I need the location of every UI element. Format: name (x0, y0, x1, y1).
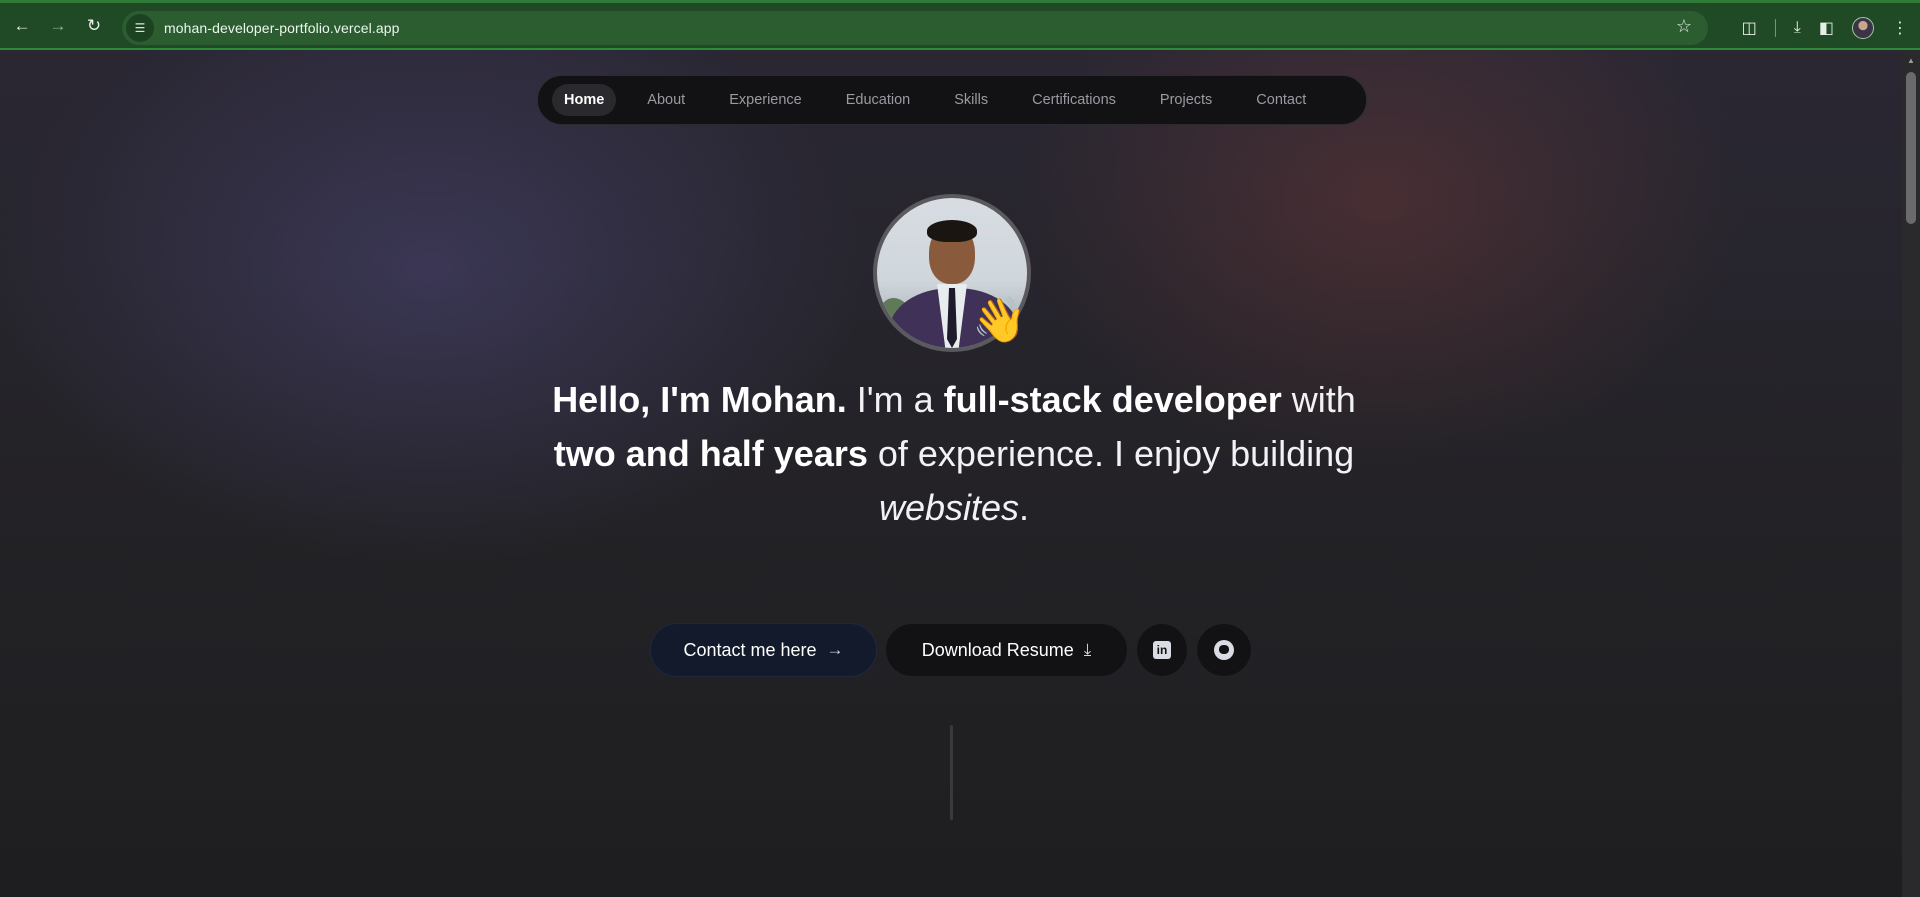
main-nav: Home About Experience Education Skills C… (537, 75, 1367, 125)
back-button[interactable]: ← (8, 12, 36, 40)
nav-item-projects[interactable]: Projects (1148, 84, 1224, 116)
linkedin-icon: in (1153, 641, 1171, 659)
wave-emoji: 👋 (972, 295, 1027, 346)
github-button[interactable] (1196, 623, 1252, 677)
download-resume-label: Download Resume (921, 639, 1074, 660)
nav-item-contact[interactable]: Contact (1244, 84, 1318, 116)
download-resume-button[interactable]: Download Resume ⤓ (885, 623, 1128, 677)
avatar[interactable] (1852, 17, 1874, 39)
nav-item-education[interactable]: Education (834, 84, 923, 116)
nav-item-certifications[interactable]: Certifications (1020, 84, 1128, 116)
contact-button[interactable]: Contact me here → (650, 623, 877, 677)
nav-item-experience[interactable]: Experience (717, 84, 814, 116)
download-icon: ⤓ (1083, 640, 1092, 659)
scroll-thumb[interactable] (1906, 72, 1916, 224)
puzzle-icon[interactable]: ◫ (1742, 18, 1757, 38)
tune-icon[interactable]: ☰ (126, 14, 154, 42)
side-panel-icon[interactable]: ◧ (1819, 18, 1834, 38)
nav-item-home[interactable]: Home (552, 84, 617, 116)
nav-item-skills[interactable]: Skills (942, 84, 1000, 116)
more-vert-icon[interactable]: ⋮ (1892, 18, 1908, 38)
nav-item-about[interactable]: About (635, 84, 697, 116)
arrow-right-icon: → (826, 640, 844, 659)
forward-button[interactable]: → (44, 12, 72, 40)
contact-button-label: Contact me here (683, 639, 817, 660)
arrow-left-icon: ← (13, 15, 31, 35)
scroll-up-icon[interactable]: ▲ (1907, 56, 1915, 65)
arrow-right-icon: → (49, 15, 67, 35)
toolbar-separator (1774, 19, 1776, 37)
reload-button[interactable]: ↻ (80, 12, 108, 40)
toolbar-actions: ◫ ⤓ ◧ ⋮ (1742, 11, 1908, 45)
url-text[interactable]: mohan-developer-portfolio.vercel.app (164, 20, 400, 36)
download-icon[interactable]: ⤓ (1794, 19, 1801, 37)
section-divider (950, 725, 953, 820)
portfolio-page: Home About Experience Education Skills C… (0, 50, 1902, 897)
reload-icon: ↻ (86, 15, 102, 35)
star-icon[interactable]: ☆ (1676, 16, 1692, 37)
address-bar[interactable]: ☰ mohan-developer-portfolio.vercel.app ☆ (122, 11, 1708, 45)
hero-headline: Hello, I'm Mohan. I'm a full-stack devel… (552, 379, 1356, 528)
github-icon (1214, 640, 1234, 660)
browser-toolbar: ← → ↻ ☰ mohan-developer-portfolio.vercel… (0, 0, 1920, 50)
linkedin-button[interactable]: in (1136, 623, 1188, 677)
page-scrollbar[interactable]: ▲ (1902, 50, 1920, 897)
